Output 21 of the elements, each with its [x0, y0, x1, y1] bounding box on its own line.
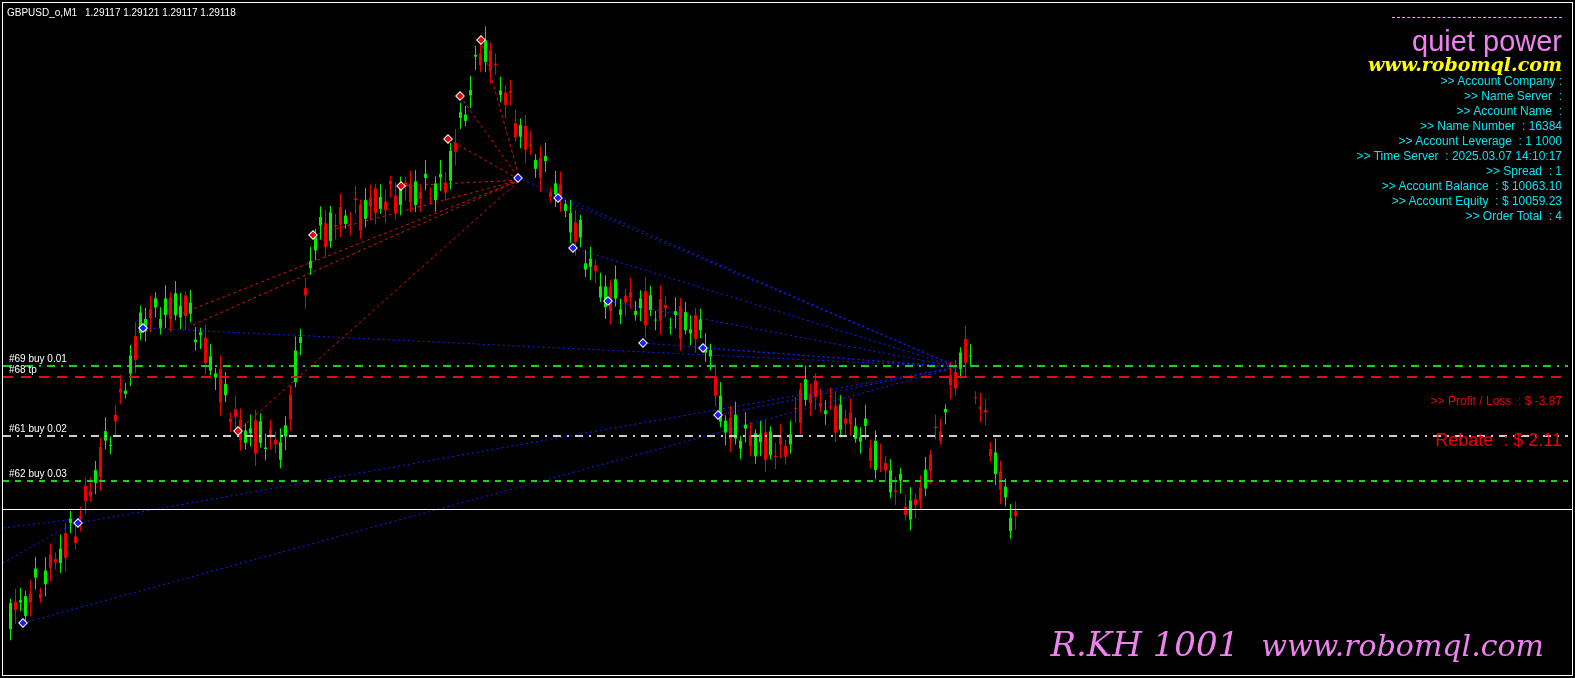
account-info-line: >> Name Number : 16384 [1419, 119, 1562, 134]
footer-code: R.KH 1001 [1050, 623, 1240, 666]
profit-loss-text: >> Profit / Loss : $ -3.87 [1430, 393, 1562, 410]
account-info-line: >> Order Total : 4 [1465, 209, 1562, 224]
price-readout: 1.29117 1.29121 1.29117 1.29118 [85, 6, 236, 20]
order-label: #61 buy 0.02 [9, 424, 67, 434]
panel-title: quiet power [1412, 26, 1562, 56]
account-info-line: >> Time Server : 2025.03.07 14:10:17 [1356, 149, 1562, 164]
symbol-label: GBPUSD_o,M1 [7, 6, 78, 20]
rebate-text: Rebate : $ 2.11 [1435, 429, 1562, 452]
account-info-line: >> Spread : 1 [1485, 164, 1562, 179]
account-info-line: >> Account Name : [1456, 104, 1562, 119]
account-info-line: >> Account Equity : $ 10059.23 [1391, 194, 1562, 209]
order-label: #68 tp [9, 365, 37, 375]
account-info-line: >> Account Company : [1440, 74, 1562, 89]
account-info-line: >> Name Server : [1463, 89, 1562, 104]
order-label: #69 buy 0.01 [9, 354, 67, 364]
footer-website: www.robomql.com [1261, 627, 1544, 665]
account-info-line: >> Account Leverage : 1 1000 [1398, 134, 1562, 149]
account-info-line: >> Account Balance : $ 10063.10 [1381, 179, 1562, 194]
order-label: #62 buy 0.03 [9, 469, 67, 479]
